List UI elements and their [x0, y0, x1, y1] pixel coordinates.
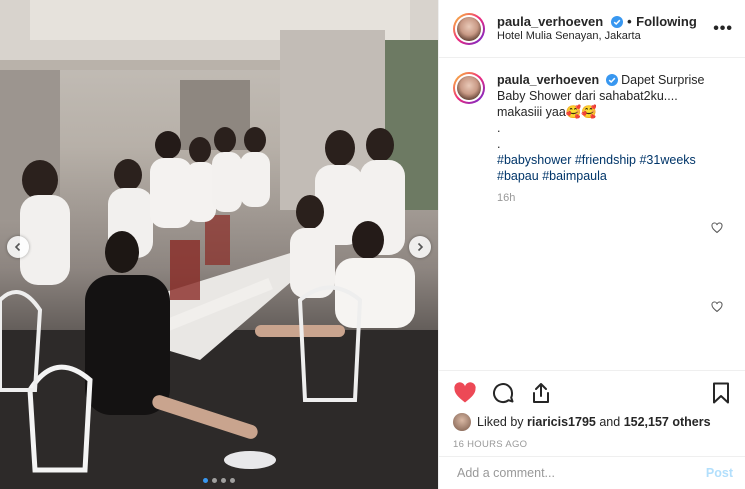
post-timestamp[interactable]: 16 HOURS AGO — [453, 439, 733, 450]
caption-comment: paula_verhoeven Dapet Surprise Baby Show… — [453, 72, 731, 184]
carousel-next-button[interactable] — [409, 236, 431, 258]
caption-text-line1: Dapet Surprise — [621, 73, 705, 87]
hashtag-link[interactable]: #friendship — [575, 153, 636, 167]
caption-dot: . — [497, 137, 501, 151]
post-header: paula_verhoeven • Following Hotel Mulia … — [439, 0, 745, 58]
hashtag-link[interactable]: #baimpaula — [542, 169, 607, 183]
liker-avatar[interactable] — [453, 413, 471, 431]
comment-icon[interactable] — [491, 381, 515, 405]
chevron-right-icon — [417, 242, 424, 252]
caption-hashtags: #babyshower #friendship #31weeks #bapau … — [497, 153, 696, 183]
likes-prefix: Liked by — [477, 415, 524, 429]
carousel-dot — [230, 478, 235, 483]
comments-section: paula_verhoeven Dapet Surprise Baby Show… — [439, 58, 745, 368]
verified-badge-icon — [610, 15, 623, 28]
caption-text-line2: Baby Shower dari sahabat2ku.... — [497, 89, 678, 103]
photo-scene — [0, 0, 438, 489]
likes-summary: Liked by riaricis1795 and 152,157 others — [453, 413, 733, 431]
carousel-dot — [221, 478, 226, 483]
verified-badge-icon — [605, 74, 618, 86]
chevron-left-icon — [14, 242, 21, 252]
caption-username[interactable]: paula_verhoeven — [497, 73, 599, 87]
hashtag-link[interactable]: #31weeks — [639, 153, 695, 167]
carousel-prev-button[interactable] — [7, 236, 29, 258]
likes-count[interactable]: 152,157 others — [624, 415, 711, 429]
author-avatar[interactable] — [453, 12, 485, 45]
likes-and: and — [599, 415, 621, 429]
add-comment-bar: Post — [439, 456, 745, 489]
like-heart-icon[interactable] — [453, 381, 477, 405]
post-actions: Liked by riaricis1795 and 152,157 others… — [439, 370, 745, 450]
hashtag-link[interactable]: #babyshower — [497, 153, 571, 167]
caption-dot: . — [497, 121, 501, 135]
caption-text-line3: makasiii yaa🥰🥰 — [497, 105, 597, 119]
follow-separator: • — [627, 13, 632, 29]
more-options-button[interactable]: ••• — [713, 20, 733, 38]
comment-like-heart-icon[interactable] — [711, 301, 723, 313]
share-icon[interactable] — [529, 381, 553, 405]
carousel-dot — [203, 478, 208, 483]
following-button[interactable]: Following — [636, 14, 697, 29]
carousel-indicator — [0, 478, 438, 483]
post-comment-button[interactable]: Post — [706, 466, 733, 480]
caption-avatar[interactable] — [453, 72, 485, 104]
comment-like-heart-icon[interactable] — [711, 222, 723, 234]
hashtag-link[interactable]: #bapau — [497, 169, 539, 183]
caption-time-ago[interactable]: 16h — [497, 192, 731, 204]
comment-input[interactable] — [455, 465, 706, 481]
save-bookmark-icon[interactable] — [709, 381, 733, 405]
author-username[interactable]: paula_verhoeven — [497, 14, 603, 29]
liker-username[interactable]: riaricis1795 — [527, 415, 596, 429]
carousel-dot — [212, 478, 217, 483]
post-location[interactable]: Hotel Mulia Senayan, Jakarta — [497, 29, 713, 44]
post-photo[interactable] — [0, 0, 438, 489]
post-sidebar: paula_verhoeven • Following Hotel Mulia … — [438, 0, 745, 489]
